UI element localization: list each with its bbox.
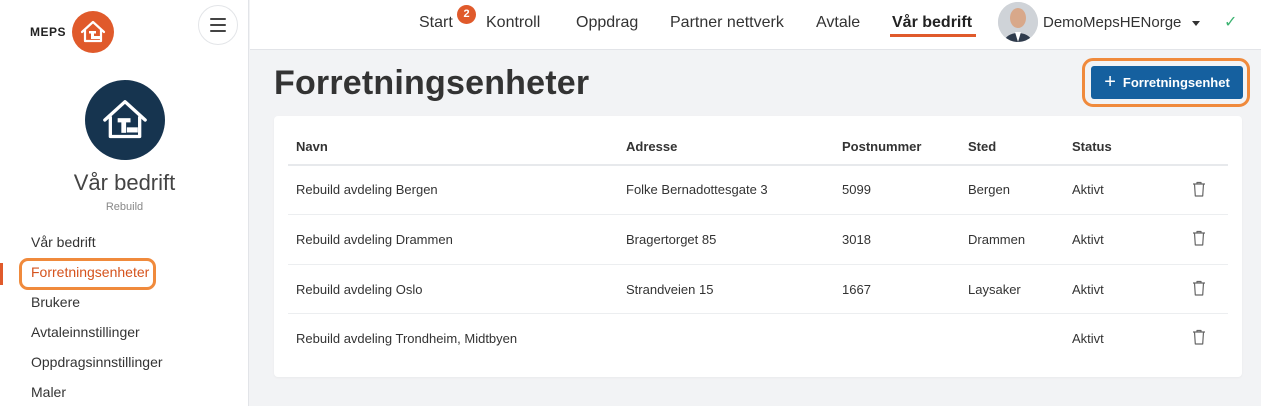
sidebar-item-label: Maler — [31, 384, 67, 400]
nav-label: Partner nettverk — [670, 14, 784, 31]
nav-label: Oppdrag — [576, 14, 639, 31]
cell-sted: Bergen — [968, 182, 1010, 197]
nav-label: Start — [419, 14, 453, 31]
user-name[interactable]: DemoMepsHENorge — [1043, 0, 1181, 46]
cell-status: Aktivt — [1072, 182, 1104, 197]
sidebar-item-maler[interactable]: Maler — [0, 378, 249, 406]
row-divider — [288, 214, 1228, 215]
sidebar-item-var-bedrift[interactable]: Vår bedrift — [0, 228, 249, 258]
sidebar-item-label: Brukere — [31, 294, 81, 310]
cell-postnummer: 1667 — [842, 282, 871, 297]
sidebar-item-label: Avtaleinnstillinger — [31, 324, 140, 340]
sidebar-item-label: Oppdragsinnstillinger — [31, 354, 163, 370]
nav-avtale[interactable]: Avtale — [816, 0, 860, 46]
house-tools-icon — [72, 11, 115, 53]
trash-icon[interactable] — [1192, 329, 1206, 345]
sidebar-item-brukere[interactable]: Brukere — [0, 288, 249, 318]
column-header-adresse: Adresse — [626, 139, 678, 154]
cell-postnummer: 5099 — [842, 182, 871, 197]
cell-postnummer: 3018 — [842, 232, 871, 247]
hamburger-line — [210, 30, 226, 32]
plus-icon: + — [1104, 70, 1116, 93]
cell-adresse: Strandveien 15 — [626, 282, 714, 297]
nav-label: Avtale — [816, 14, 861, 31]
nav-partner-nettverk[interactable]: Partner nettverk — [670, 0, 784, 46]
chevron-down-icon[interactable] — [1192, 21, 1200, 26]
cell-navn[interactable]: Rebuild avdeling Trondheim, Midtbyen — [296, 331, 517, 346]
sidebar: MEPS Vår bedrift Rebuild Vår bedrift For… — [0, 0, 249, 406]
column-header-postnummer: Postnummer — [842, 139, 922, 154]
add-forretningsenhet-button[interactable]: + Forretningsenhet — [1091, 66, 1243, 99]
cell-adresse: Folke Bernadottesgate 3 — [626, 182, 768, 197]
notification-badge: 2 — [457, 5, 476, 24]
sidebar-item-forretningsenheter[interactable]: Forretningsenheter — [0, 258, 249, 290]
cell-navn[interactable]: Rebuild avdeling Oslo — [296, 282, 422, 297]
hamburger-line — [210, 18, 226, 20]
hamburger-line — [210, 24, 226, 26]
trash-icon[interactable] — [1192, 181, 1206, 197]
cell-status: Aktivt — [1072, 282, 1104, 297]
company-logo — [85, 80, 165, 160]
cell-status: Aktivt — [1072, 331, 1104, 346]
page-title: Forretningsenheter — [274, 64, 590, 102]
sidebar-item-avtaleinnstillinger[interactable]: Avtaleinnstillinger — [0, 318, 249, 348]
sidebar-item-label: Forretningsenheter — [31, 264, 150, 280]
sidebar-item-oppdragsinnstillinger[interactable]: Oppdragsinnstillinger — [0, 348, 249, 378]
column-header-status: Status — [1072, 139, 1112, 154]
nav-kontroll[interactable]: Kontroll — [486, 0, 540, 46]
company-subtitle: Rebuild — [105, 201, 144, 213]
active-underline — [890, 34, 977, 37]
cell-navn[interactable]: Rebuild avdeling Bergen — [296, 182, 438, 197]
nav-var-bedrift[interactable]: Vår bedrift — [890, 0, 977, 46]
nav-oppdrag[interactable]: Oppdrag — [576, 0, 638, 46]
cell-status: Aktivt — [1072, 232, 1104, 247]
add-button-label: Forretningsenhet — [1122, 75, 1230, 90]
company-name: Vår bedrift — [73, 170, 176, 195]
column-header-sted: Sted — [968, 139, 997, 154]
nav-label: Kontroll — [486, 14, 541, 31]
cell-sted: Laysaker — [968, 282, 1021, 297]
row-divider — [288, 264, 1228, 265]
cell-navn[interactable]: Rebuild avdeling Drammen — [296, 232, 453, 247]
trash-icon[interactable] — [1192, 280, 1206, 296]
brand-name: MEPS — [30, 25, 67, 39]
brand[interactable]: MEPS — [30, 11, 115, 53]
check-icon: ✓ — [1224, 14, 1238, 31]
nav-start[interactable]: Start — [419, 0, 453, 46]
nav-label: Vår bedrift — [892, 14, 973, 31]
avatar[interactable] — [998, 2, 1038, 42]
header-divider — [288, 164, 1228, 166]
sidebar-item-label: Vår bedrift — [31, 234, 96, 250]
menu-toggle-button[interactable] — [198, 5, 238, 45]
sidebar-nav: Vår bedrift Forretningsenheter Brukere A… — [0, 228, 249, 406]
trash-icon[interactable] — [1192, 230, 1206, 246]
cell-sted: Drammen — [968, 232, 1026, 247]
row-divider — [288, 313, 1228, 314]
cell-adresse: Bragertorget 85 — [626, 232, 717, 247]
column-header-navn: Navn — [296, 139, 328, 154]
